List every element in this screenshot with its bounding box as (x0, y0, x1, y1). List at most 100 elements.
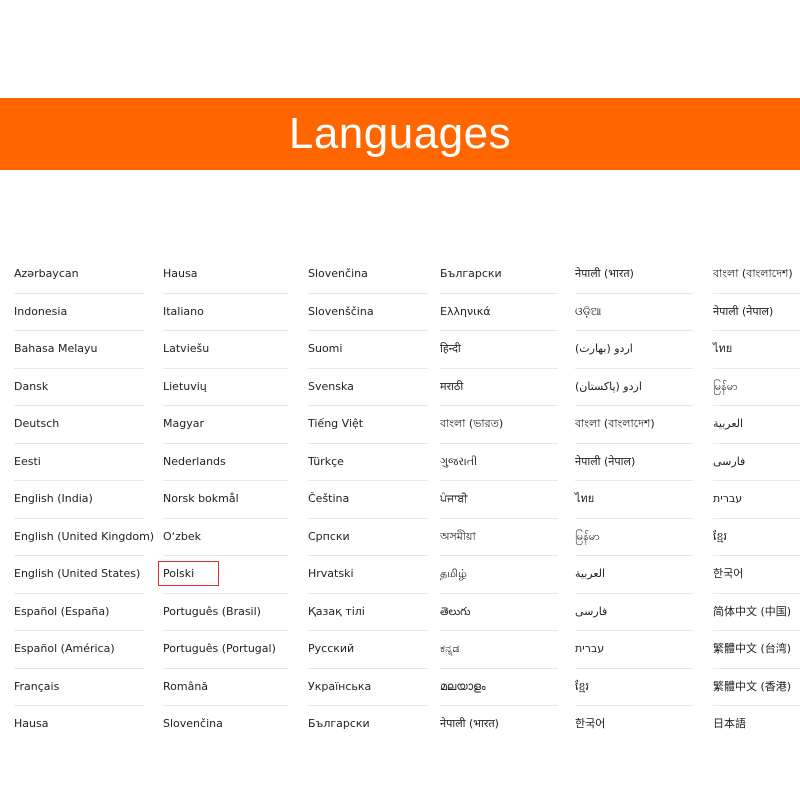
language-option-label: Română (163, 679, 209, 693)
language-option[interactable]: English (India) (14, 480, 93, 518)
language-option-label: नेपाली (नेपाल) (575, 454, 636, 468)
language-option[interactable]: മലയാളം (440, 668, 486, 706)
language-option[interactable]: বাংলা (বাংলাদেশ) (575, 405, 655, 443)
language-option[interactable]: မြန်မာ (575, 518, 600, 556)
language-option[interactable]: Русский (308, 630, 354, 668)
language-option[interactable]: 繁體中文 (台湾) (713, 630, 791, 668)
language-option[interactable]: Svenska (308, 368, 354, 406)
language-option[interactable]: मराठी (440, 368, 463, 406)
language-option[interactable]: हिन्दी (440, 330, 461, 368)
language-option[interactable]: Hrvatski (308, 555, 354, 593)
language-option-label: ଓଡ଼ିଆ (575, 304, 602, 318)
language-option[interactable]: Português (Portugal) (163, 630, 276, 668)
language-option[interactable]: Latviešu (163, 330, 209, 368)
language-option[interactable]: नेपाली (भारत) (575, 255, 634, 293)
language-option[interactable]: नेपाली (नेपाल) (713, 293, 773, 331)
language-option-label: فارسی (713, 454, 746, 468)
language-option-label: ខ្មែរ (575, 679, 589, 693)
language-option[interactable]: नेपाली (भारत) (440, 705, 499, 743)
language-option[interactable]: Қазақ тілі (308, 593, 365, 631)
language-option[interactable]: Čeština (308, 480, 349, 518)
language-option[interactable]: Slovenčina (163, 705, 223, 743)
language-option[interactable]: English (United Kingdom) (14, 518, 154, 556)
language-option[interactable]: اردو (بھارت) (575, 330, 633, 368)
language-option[interactable]: বাংলা (বাংলাদেশ) (713, 255, 793, 293)
language-option[interactable]: Deutsch (14, 405, 59, 443)
language-option[interactable]: Nederlands (163, 443, 226, 481)
language-option-label: Українська (308, 679, 372, 693)
language-option[interactable]: Norsk bokmål (163, 480, 239, 518)
language-option[interactable]: Українська (308, 668, 371, 706)
language-option-label: नेपाली (भारत) (575, 267, 634, 280)
language-option[interactable]: Српски (308, 518, 350, 556)
language-option[interactable]: 한국어 (575, 705, 605, 743)
language-option[interactable]: Español (España) (14, 593, 109, 631)
language-option[interactable]: Eesti (14, 443, 41, 481)
language-option[interactable]: ಕನ್ನಡ (440, 630, 460, 668)
language-option[interactable]: Tiếng Việt (308, 405, 363, 443)
language-option[interactable]: Magyar (163, 405, 204, 443)
language-option-label: Français (14, 679, 60, 693)
language-option[interactable]: Bahasa Melayu (14, 330, 98, 368)
language-option[interactable]: Hausa (14, 705, 48, 743)
language-option-label: Español (España) (14, 604, 110, 618)
language-option-label: Ελληνικά (440, 304, 491, 318)
language-option-label: Hausa (14, 717, 49, 730)
language-option[interactable]: English (United States) (14, 555, 140, 593)
language-option[interactable]: ไทย (575, 480, 594, 518)
language-option[interactable]: العربية (575, 555, 605, 593)
language-option[interactable]: Hausa (163, 255, 197, 293)
language-option[interactable]: Español (América) (14, 630, 115, 668)
language-option[interactable]: ไทย (713, 330, 732, 368)
language-option[interactable]: עברית (575, 630, 604, 668)
language-option[interactable]: தமிழ் (440, 555, 467, 593)
language-option[interactable]: 한국어 (713, 555, 743, 593)
language-option[interactable]: Français (14, 668, 59, 706)
language-option[interactable]: ଓଡ଼ିଆ (575, 293, 601, 331)
language-option-label: Dansk (14, 379, 49, 393)
language-option[interactable]: Ελληνικά (440, 293, 491, 331)
language-option[interactable]: 简体中文 (中国) (713, 593, 791, 631)
language-option-label: Polski (163, 567, 195, 580)
language-option-label: Lietuvių (163, 379, 207, 393)
language-option[interactable]: 繁體中文 (香港) (713, 668, 791, 706)
language-option[interactable]: Български (308, 705, 370, 743)
language-option[interactable]: Indonesia (14, 293, 67, 331)
language-option[interactable]: Slovenčina (308, 255, 368, 293)
language-option[interactable]: ខ្មែរ (713, 518, 727, 556)
language-option-label: ខ្មែរ (713, 529, 727, 543)
language-option[interactable]: বাংলা (ভারত) (440, 405, 503, 443)
language-option[interactable]: తెలుగు (440, 593, 470, 631)
language-option[interactable]: فارسی (713, 443, 745, 481)
language-option[interactable]: Azərbaycan (14, 255, 79, 293)
language-option[interactable]: Lietuvių (163, 368, 207, 406)
language-option[interactable]: Български (440, 255, 502, 293)
language-option[interactable]: O‘zbek (163, 518, 201, 556)
language-option[interactable]: 日本語 (713, 705, 746, 743)
language-option-label: မြန်မာ (575, 529, 600, 543)
language-option[interactable]: Dansk (14, 368, 48, 406)
language-option[interactable]: ગુજરાતી (440, 443, 477, 481)
language-option[interactable]: Română (163, 668, 208, 706)
language-option-label: 日本語 (713, 717, 746, 730)
language-option-label: Türkçe (308, 454, 344, 468)
language-option[interactable]: ខ្មែរ (575, 668, 589, 706)
language-option[interactable]: עברית (713, 480, 742, 518)
language-option-label: हिन्दी (440, 342, 461, 355)
language-option-label: বাংলা (বাংলাদেশ) (713, 267, 793, 280)
language-option-label: Deutsch (14, 417, 60, 430)
language-option[interactable]: မြန်မာ (713, 368, 738, 406)
language-option[interactable]: Italiano (163, 293, 204, 331)
language-option[interactable]: Slovenščina (308, 293, 374, 331)
language-option[interactable]: नेपाली (नेपाल) (575, 443, 635, 481)
language-option[interactable]: Suomi (308, 330, 342, 368)
language-option-selected[interactable]: Polski (158, 561, 219, 586)
language-option[interactable]: Português (Brasil) (163, 593, 261, 631)
language-option[interactable]: فارسی (575, 593, 607, 631)
language-option[interactable]: ਪੰਜਾਬੀ (440, 480, 468, 518)
language-option-label: తెలుగు (440, 604, 471, 618)
language-option[interactable]: العربية (713, 405, 743, 443)
language-option[interactable]: اردو (پاکستان) (575, 368, 642, 406)
language-option[interactable]: Türkçe (308, 443, 344, 481)
language-option[interactable]: অসমীয়া (440, 518, 476, 556)
